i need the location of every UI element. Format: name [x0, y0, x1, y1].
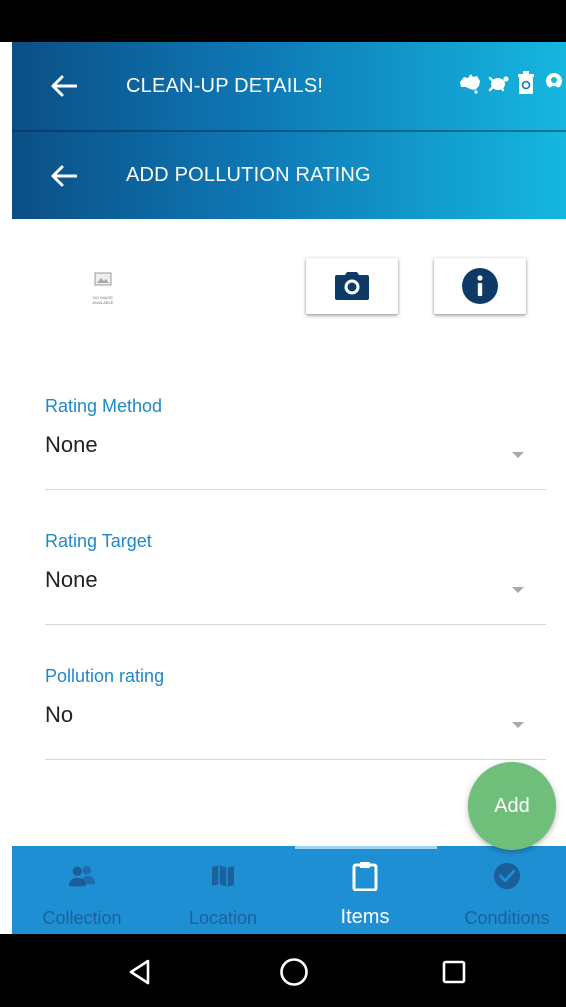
camera-button[interactable] [306, 258, 398, 314]
left-edge [0, 42, 12, 934]
tab-conditions-label: Conditions [464, 908, 550, 928]
arrow-left-icon [51, 75, 77, 97]
chevron-down-icon [512, 452, 524, 458]
chevron-down-icon [512, 587, 524, 593]
system-recents-button[interactable] [436, 954, 472, 990]
turtle-icon [486, 70, 510, 96]
system-home-button[interactable] [276, 954, 312, 990]
rating-target-value: None [45, 567, 98, 592]
system-navigation-bar [0, 934, 566, 1007]
recycle-bin-icon [514, 70, 538, 96]
no-image-placeholder: NO IMAGE AVAILABLE [86, 272, 120, 308]
tab-collection[interactable]: Collection [12, 846, 152, 934]
chevron-down-icon [512, 722, 524, 728]
tab-items-label: Items [340, 906, 390, 928]
tab-collection-label: Collection [42, 908, 122, 928]
bottom-navigation: Collection Location Items Conditions [12, 846, 566, 934]
rating-method-label: Rating Method [45, 396, 163, 416]
field-underline [45, 759, 546, 760]
circle-home-icon [280, 958, 308, 986]
back-button[interactable] [48, 70, 80, 102]
camera-icon [335, 272, 369, 300]
header-row-sub: ADD POLLUTION RATING [12, 132, 566, 219]
check-circle-icon [493, 862, 521, 890]
pollution-rating-label: Pollution rating [45, 666, 165, 686]
brand-icons [458, 70, 566, 96]
info-button[interactable] [434, 258, 526, 314]
tab-items[interactable]: Items [295, 846, 435, 934]
arrow-left-icon [51, 165, 77, 187]
app-header: CLEAN-UP DETAILS! ADD POLLUTION RATING [12, 42, 566, 219]
rating-method-value: None [45, 432, 98, 457]
status-bar [0, 0, 566, 42]
person-icon [542, 70, 566, 96]
system-back-button[interactable] [122, 954, 158, 990]
page-title: CLEAN-UP DETAILS! [126, 75, 324, 97]
rating-target-field: Rating Target None [45, 531, 546, 625]
rating-method-field: Rating Method None [45, 396, 546, 490]
rating-method-select[interactable]: None [45, 420, 546, 490]
field-underline [45, 489, 546, 490]
map-icon [209, 862, 237, 890]
tab-location-label: Location [188, 908, 258, 928]
clipboard-icon [351, 862, 379, 891]
tab-location[interactable]: Location [153, 846, 293, 934]
rating-target-label: Rating Target [45, 531, 152, 551]
no-image-text: NO IMAGE AVAILABLE [92, 295, 114, 305]
pollution-rating-value: No [45, 702, 74, 727]
people-icon [68, 862, 96, 890]
page-subtitle: ADD POLLUTION RATING [126, 164, 371, 186]
pollution-rating-select[interactable]: No [45, 690, 546, 760]
add-button[interactable]: Add [468, 762, 556, 850]
triangle-back-icon [129, 959, 150, 985]
pollution-rating-field: Pollution rating No [45, 666, 546, 760]
australia-map-icon [458, 70, 482, 96]
rating-target-select[interactable]: None [45, 555, 546, 625]
tab-conditions[interactable]: Conditions [437, 846, 566, 934]
field-underline [45, 624, 546, 625]
image-placeholder-icon [94, 272, 112, 286]
header-row-main: CLEAN-UP DETAILS! [12, 42, 566, 130]
info-icon [462, 268, 498, 304]
square-recents-icon [442, 960, 466, 984]
back-button-sub[interactable] [48, 160, 80, 192]
